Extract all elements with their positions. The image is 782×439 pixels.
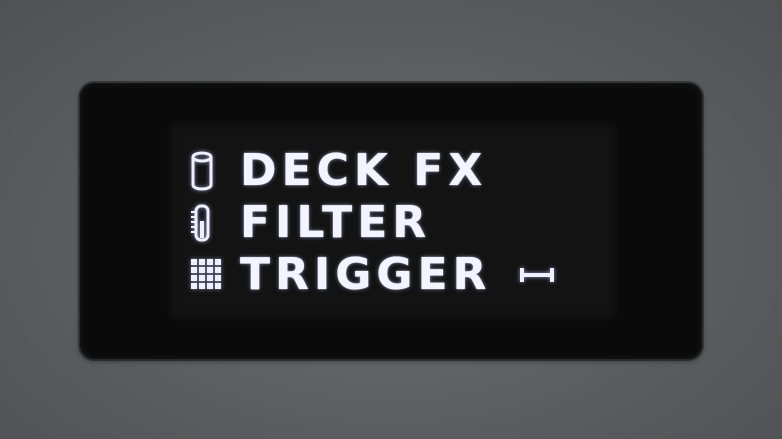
range-bracket-icon	[519, 253, 555, 297]
menu-item-deck-fx[interactable]: DECK FX	[190, 146, 487, 196]
menu-item-label: FILTER	[240, 197, 432, 248]
cylinder-icon	[190, 149, 226, 193]
menu-item-filter[interactable]: FILTER	[190, 198, 431, 248]
menu-item-trigger[interactable]: TRIGGER	[190, 250, 555, 300]
menu-item-label: DECK FX	[240, 145, 488, 196]
filter-knob-icon	[190, 201, 226, 245]
grid-pads-icon	[190, 253, 226, 297]
menu-item-label: TRIGGER	[240, 249, 492, 300]
